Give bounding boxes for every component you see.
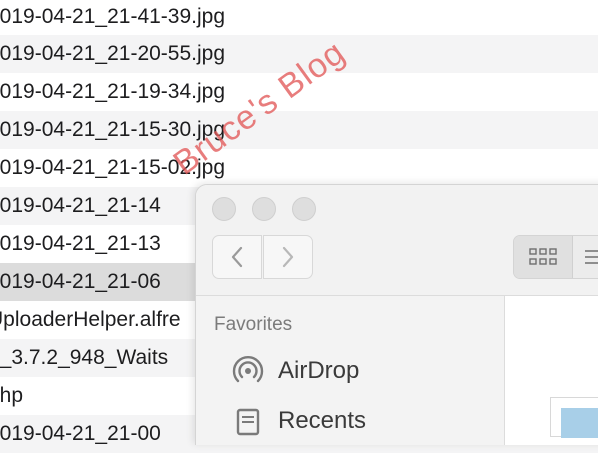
file-row[interactable]: 2019-04-21_21-41-39.jpg bbox=[0, 0, 598, 36]
file-row[interactable]: 2019-04-21_21-20-55.jpg bbox=[0, 35, 598, 73]
finder-sidebar: Favorites AirDrop Recents bbox=[196, 296, 505, 445]
file-row[interactable]: 2019-04-21_21-15-30.jpg bbox=[0, 111, 598, 149]
list-view-button[interactable] bbox=[573, 236, 598, 278]
finder-toolbar bbox=[196, 185, 598, 296]
list-icon bbox=[585, 250, 598, 264]
file-thumbnail[interactable] bbox=[550, 397, 598, 438]
airdrop-icon bbox=[232, 356, 264, 383]
grid-icon bbox=[529, 248, 557, 265]
file-row[interactable]: 2019-04-21_21-19-34.jpg bbox=[0, 73, 598, 111]
icon-view-button[interactable] bbox=[514, 236, 573, 278]
minimize-button[interactable] bbox=[252, 197, 276, 221]
thumbnail-image bbox=[561, 408, 598, 438]
sidebar-item-recents[interactable]: Recents bbox=[230, 401, 366, 441]
view-mode-group bbox=[513, 235, 598, 279]
close-button[interactable] bbox=[212, 197, 236, 221]
sidebar-item-airdrop[interactable]: AirDrop bbox=[230, 351, 359, 391]
sidebar-heading-favorites: Favorites bbox=[214, 314, 293, 335]
forward-button[interactable] bbox=[263, 235, 313, 279]
recents-icon bbox=[236, 408, 260, 436]
chevron-right-icon bbox=[282, 246, 294, 268]
chevron-left-icon bbox=[231, 246, 243, 268]
back-button[interactable] bbox=[212, 235, 262, 279]
zoom-button[interactable] bbox=[292, 197, 316, 221]
file-row[interactable]: 2019-04-21_21-15-02.jpg bbox=[0, 149, 598, 187]
finder-window: Favorites AirDrop Recents bbox=[195, 184, 598, 445]
